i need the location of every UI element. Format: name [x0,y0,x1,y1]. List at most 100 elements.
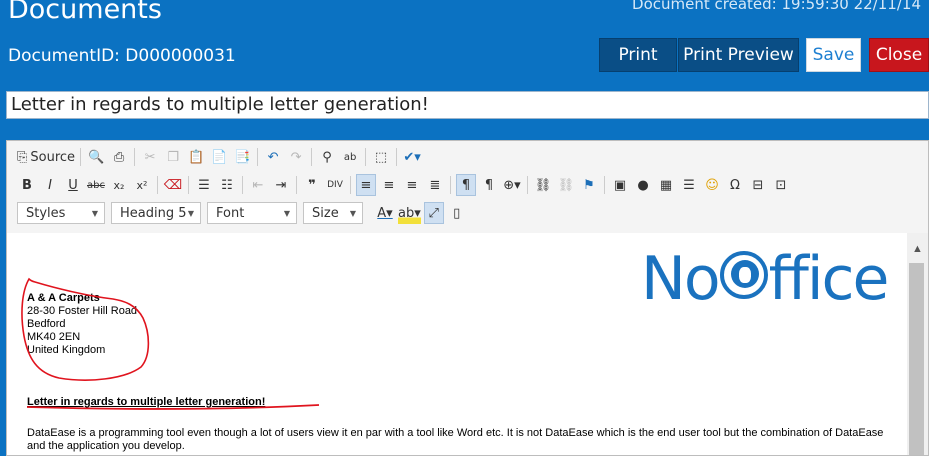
paste-icon[interactable]: 📋 [186,146,206,168]
align-center-icon[interactable]: ≡ [379,174,399,196]
language-icon[interactable]: ⊕▾ [502,174,522,196]
toolbar-separator [350,176,351,194]
subscript-icon[interactable]: x₂ [109,174,129,196]
close-button[interactable]: Close [869,38,929,72]
copy-icon[interactable]: ❐ [163,146,183,168]
address-line: 28-30 Foster Hill Road [27,305,138,317]
toolbar-separator [188,176,189,194]
paste-text-icon[interactable]: 📄 [209,146,229,168]
document-created-label: Document created: 19:59:30 22/11/14 [632,0,921,13]
document-id-label: DocumentID: D000000031 [8,46,236,66]
justify-icon[interactable]: ≣ [425,174,445,196]
align-left-icon[interactable]: ≡ [356,174,376,196]
source-icon: ⎘ [17,149,28,165]
toolbar-separator [604,176,605,194]
scroll-up-icon[interactable]: ▲ [907,243,928,261]
maximize-icon[interactable]: ⤢ [423,202,444,224]
toolbar-separator [296,176,297,194]
font-dropdown[interactable]: Font ▼ [207,202,297,224]
undo-icon[interactable]: ↶ [263,146,283,168]
toolbar-separator [157,176,158,194]
letter-paragraph: DataEase is a programming tool even thou… [27,427,884,452]
toolbar-separator [527,176,528,194]
format-dropdown[interactable]: Heading 5 ▼ [111,202,201,224]
italic-icon[interactable]: I [40,174,60,196]
font-dropdown-label: Font [216,205,245,221]
chevron-down-icon: ▼ [91,208,98,218]
outdent-icon[interactable]: ⇤ [248,174,268,196]
unlink-icon[interactable]: ⛓ [556,174,576,196]
styles-dropdown-label: Styles [26,205,66,221]
preview-icon[interactable]: 🔍 [86,146,106,168]
address-line: Bedford [27,318,66,330]
image-icon[interactable]: ▣ [610,174,630,196]
remove-format-icon[interactable]: ⌫ [163,174,183,196]
rtl-icon[interactable]: ¶ [479,174,499,196]
special-char-icon[interactable]: Ω [725,174,745,196]
address-line: MK40 2EN [27,331,81,343]
chevron-down-icon: ▼ [349,208,356,218]
text-color-icon[interactable]: A▾ [375,202,395,224]
toolbar-separator [311,148,313,166]
flash-icon[interactable]: ● [633,174,653,196]
toolbar-separator [396,148,398,166]
address-block: A & A Carpets 28-30 Foster Hill Road Bed… [27,292,137,357]
smiley-icon[interactable]: ☺ [702,174,722,196]
superscript-icon[interactable]: x² [132,174,152,196]
document-content[interactable]: No ffice A & A Carpets 28-30 Foster Hill … [7,233,907,455]
horizontal-line-icon[interactable]: ☰ [679,174,699,196]
background-color-icon[interactable]: ab▾ [398,202,421,224]
size-dropdown-label: Size [312,205,339,221]
app-header: Documents Document created: 19:59:30 22/… [0,0,929,145]
table-icon[interactable]: ▦ [656,174,676,196]
show-blocks-icon[interactable]: ▯ [447,202,467,224]
toolbar-separator [134,148,136,166]
size-dropdown[interactable]: Size ▼ [303,202,363,224]
print-preview-button[interactable]: Print Preview [678,38,799,72]
source-button[interactable]: ⎘ Source [17,146,75,168]
chevron-down-icon: ▼ [283,208,290,218]
find-icon[interactable]: ⚲ [317,146,337,168]
styles-dropdown[interactable]: Styles ▼ [17,202,105,224]
toolbar-separator [365,148,367,166]
select-all-icon[interactable]: ⬚ [371,146,391,168]
replace-icon[interactable]: ab [340,146,360,168]
address-line: United Kingdom [27,344,106,356]
indent-icon[interactable]: ⇥ [271,174,291,196]
chevron-down-icon: ▼ [187,208,194,218]
align-right-icon[interactable]: ≡ [402,174,422,196]
logo-text-left: No [641,244,721,314]
save-button[interactable]: Save [806,38,861,72]
subject-input[interactable]: Letter in regards to multiple letter gen… [6,91,929,119]
logo-text-right: ffice [768,244,890,314]
print-button[interactable]: Print [599,38,677,72]
ltr-icon[interactable]: ¶ [456,174,476,196]
blockquote-icon[interactable]: ❞ [302,174,322,196]
toolbar-row-1: ⎘ Source 🔍 ⎙ ✂ ❐ 📋 📄 📑 ↶ ↷ ⚲ ab ⬚ ✔▾ [17,145,425,169]
address-line: A & A Carpets [27,292,100,304]
rich-text-editor: ⎘ Source 🔍 ⎙ ✂ ❐ 📋 📄 📑 ↶ ↷ ⚲ ab ⬚ ✔▾ B I … [6,140,929,456]
paste-word-icon[interactable]: 📑 [232,146,252,168]
toolbar-separator [257,148,259,166]
editor-toolbar: ⎘ Source 🔍 ⎙ ✂ ❐ 📋 📄 📑 ↶ ↷ ⚲ ab ⬚ ✔▾ B I … [7,141,928,234]
cut-icon[interactable]: ✂ [140,146,160,168]
format-dropdown-label: Heading 5 [120,205,187,221]
iframe-icon[interactable]: ⊡ [771,174,791,196]
anchor-flag-icon[interactable]: ⚑ [579,174,599,196]
redo-icon[interactable]: ↷ [286,146,306,168]
bold-icon[interactable]: B [17,174,37,196]
bulleted-list-icon[interactable]: ☷ [217,174,237,196]
toolbar-separator [80,148,82,166]
strikethrough-icon[interactable]: abc [86,174,106,196]
page-break-icon[interactable]: ⊟ [748,174,768,196]
spellcheck-icon[interactable]: ✔▾ [402,146,422,168]
print-icon[interactable]: ⎙ [109,146,129,168]
link-icon[interactable]: ⛓ [533,174,553,196]
toolbar-separator [242,176,243,194]
scrollbar-thumb[interactable] [909,263,924,455]
page-title: Documents [8,0,162,25]
numbered-list-icon[interactable]: ☰ [194,174,214,196]
vertical-scrollbar[interactable]: ▲ [907,233,928,455]
div-icon[interactable]: DIV [325,174,345,196]
underline-icon[interactable]: U [63,174,83,196]
